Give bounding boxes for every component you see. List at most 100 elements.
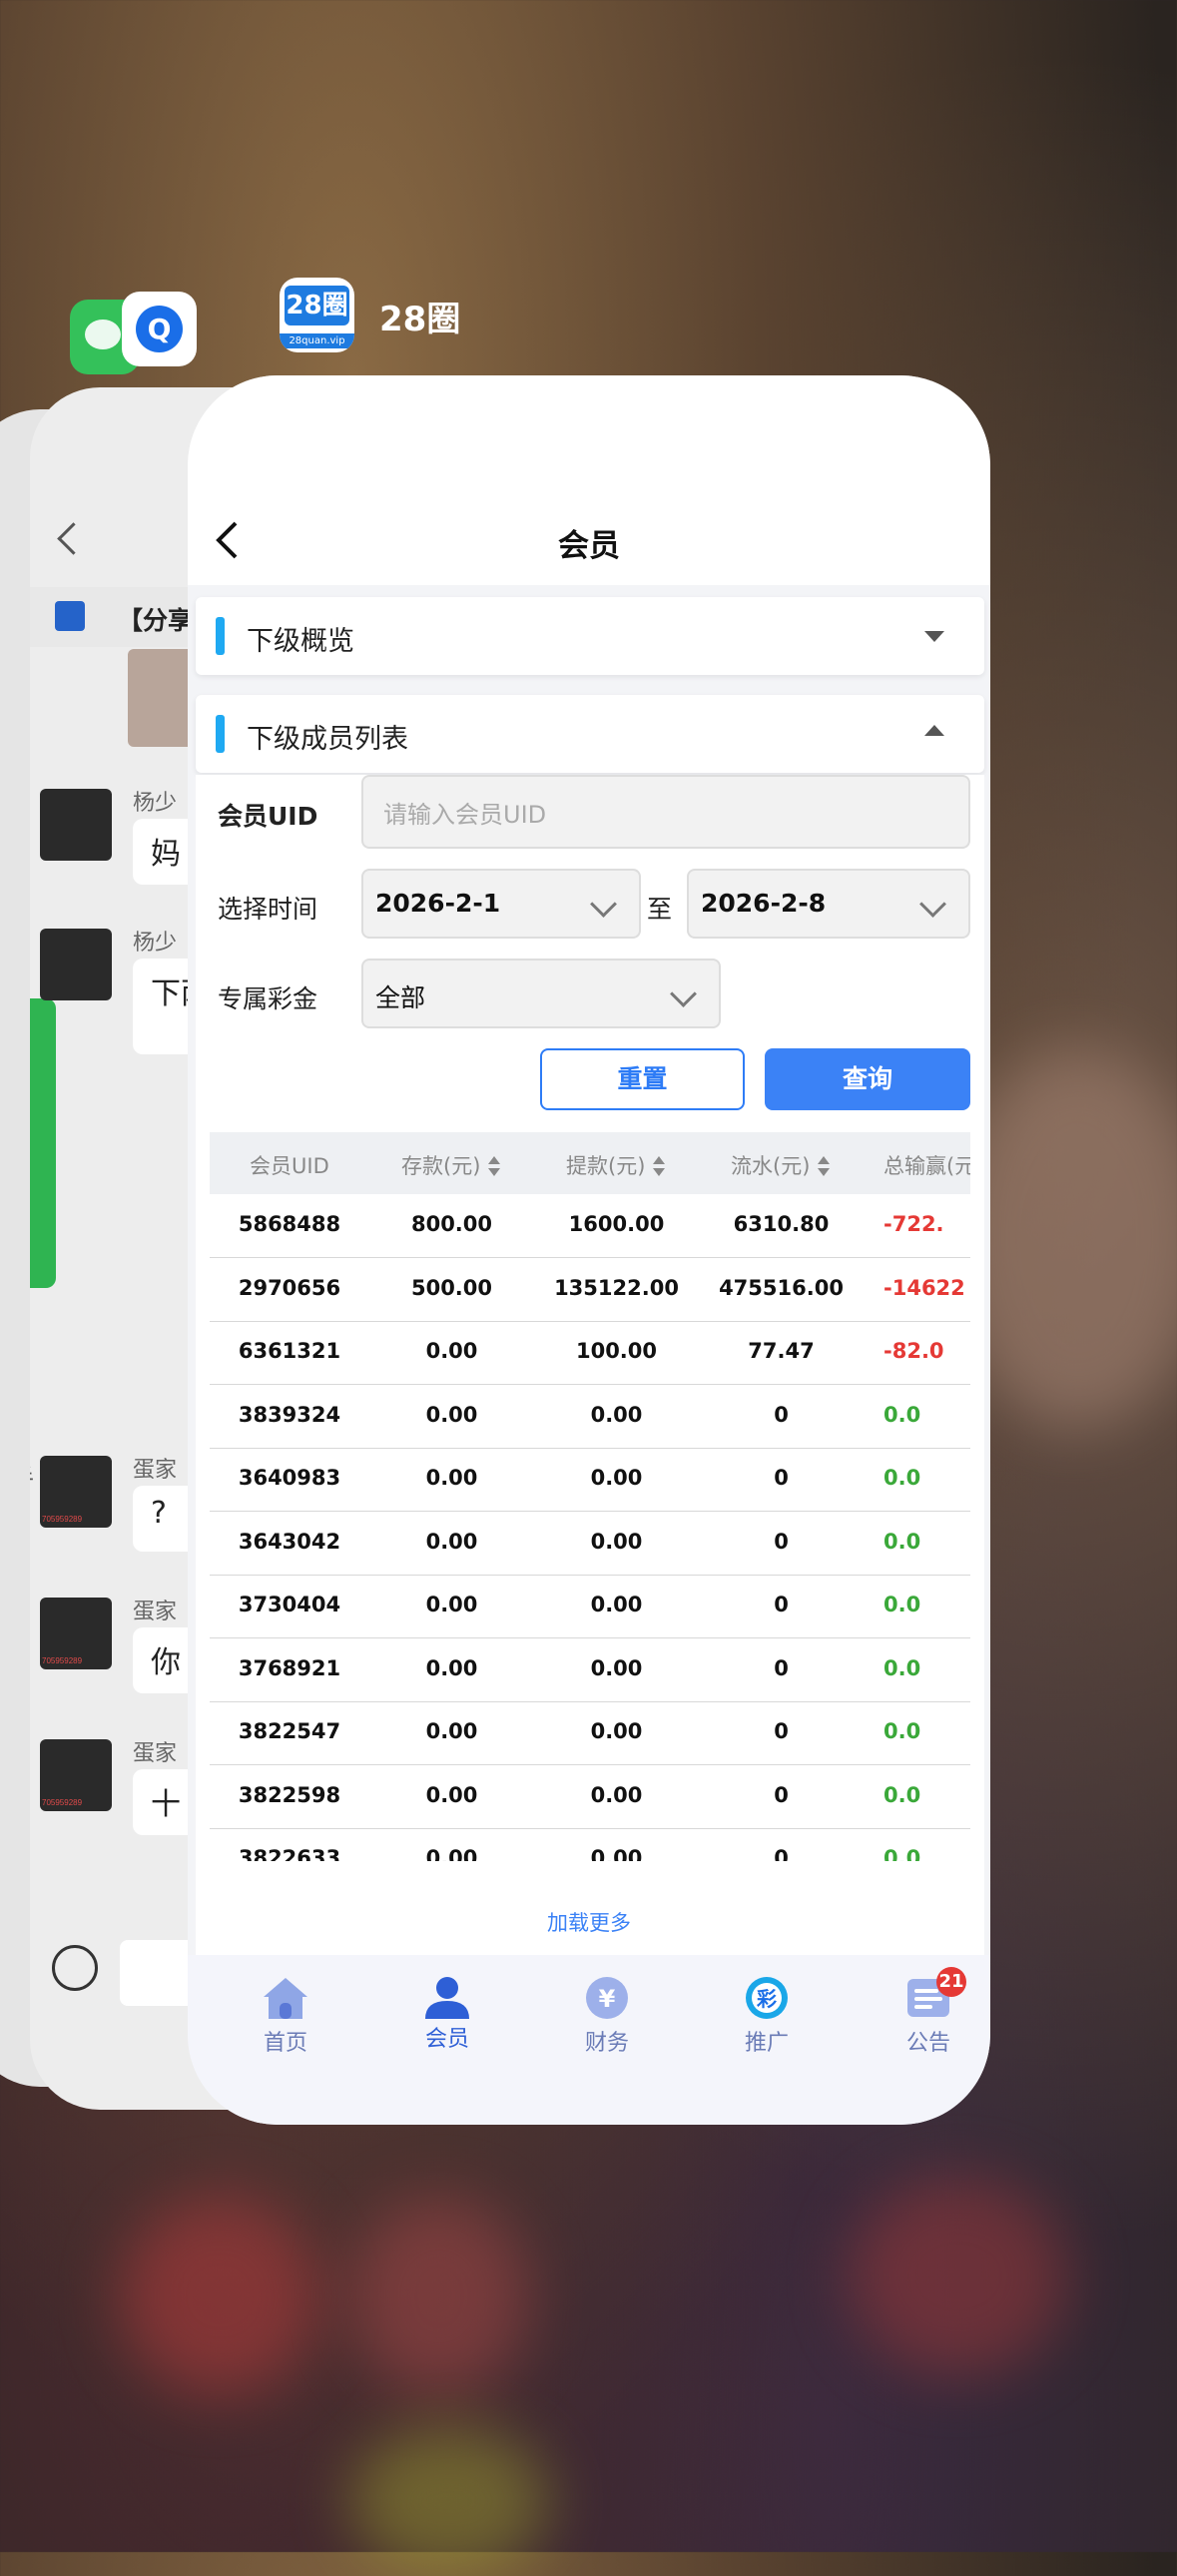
col-flow[interactable]: 流水(元) — [731, 1150, 831, 1180]
promote-icon: 彩 — [746, 1977, 788, 2019]
table-cell-withdraw: 135122.00 — [554, 1275, 679, 1300]
bottom-tab-bar: 首页 会员 ¥ 财务 彩 推广 21 公告 — [188, 1955, 990, 2125]
page-title: 会员 — [558, 528, 620, 564]
table-cell-uid: 3822598 — [238, 1782, 341, 1807]
navigation-bar: 会员 — [188, 375, 990, 585]
chat-side-strip — [30, 998, 56, 1288]
table-cell-win: 0.0 — [883, 1466, 921, 1490]
overview-section-header[interactable]: 下级概览 — [196, 597, 984, 675]
table-cell-uid: 3730404 — [238, 1593, 341, 1616]
table-row[interactable]: 5868488 800.00 1600.00 6310.80 -722. — [210, 1194, 970, 1258]
table-row[interactable]: 3640983 0.00 0.00 0 0.0 — [210, 1448, 970, 1512]
table-cell-win: -722. — [883, 1212, 944, 1236]
table-cell-win: 0.0 — [883, 1846, 921, 1861]
table-cell-withdraw: 100.00 — [575, 1339, 658, 1363]
start-date-select[interactable]: 2026-2-1 — [361, 869, 641, 939]
notice-text: 【分享 — [118, 606, 194, 635]
table-cell-win: 0.0 — [883, 1529, 921, 1554]
chat-sender: 蛋家 — [133, 1600, 178, 1624]
table-row[interactable]: 3822633 0.00 0.00 0 0.0 — [210, 1828, 970, 1861]
tab-label: 财务 — [584, 2031, 629, 2056]
table-cell-flow: 0 — [774, 1719, 789, 1743]
table-cell-uid: 3643042 — [238, 1529, 341, 1554]
table-cell-withdraw: 0.00 — [590, 1593, 643, 1616]
avatar: 705959289 — [40, 1598, 112, 1669]
table-row[interactable]: 3643042 0.00 0.00 0 0.0 — [210, 1512, 970, 1576]
bonus-label: 专属彩金 — [218, 984, 318, 1013]
uid-label: 会员UID — [218, 802, 318, 831]
home-icon — [264, 1978, 307, 2019]
member-app-card[interactable]: 会员 下级概览 下级成员列表 会员UID 请输入会员UID 选择时间 2026-… — [188, 375, 990, 2125]
qq-browser-app-icon[interactable]: Q — [122, 292, 197, 366]
table-header: 会员UID 存款(元) 提款(元) 流水(元) 总输赢(元) — [210, 1132, 970, 1194]
chat-sender: 蛋家 — [133, 1741, 178, 1766]
table-cell-flow: 0 — [774, 1655, 789, 1680]
table-cell-deposit: 500.00 — [410, 1275, 493, 1300]
table-row[interactable]: 3839324 0.00 0.00 0 0.0 — [210, 1385, 970, 1449]
chat-sender: 杨少 — [133, 791, 178, 816]
table-cell-flow: 0 — [774, 1529, 789, 1554]
avatar — [40, 929, 112, 1000]
member-list-section-header[interactable]: 下级成员列表 — [196, 695, 984, 773]
col-deposit[interactable]: 存款(元) — [401, 1150, 501, 1180]
sort-icon — [818, 1156, 831, 1178]
table-cell-flow: 6310.80 — [733, 1212, 830, 1236]
avatar: 705959289 — [40, 1456, 112, 1528]
table-cell-deposit: 800.00 — [410, 1212, 493, 1236]
chat-side-char: 手 — [30, 1458, 34, 1493]
collapse-caret-icon — [924, 725, 944, 736]
member-list-label: 下级成员列表 — [247, 724, 408, 755]
end-date-value: 2026-2-8 — [701, 889, 827, 918]
table-cell-uid: 5868488 — [238, 1212, 341, 1236]
query-button[interactable]: 查询 — [765, 1048, 970, 1110]
table-cell-deposit: 0.00 — [425, 1529, 478, 1554]
col-uid[interactable]: 会员UID — [250, 1150, 329, 1180]
reset-button[interactable]: 重置 — [540, 1048, 745, 1110]
end-date-select[interactable]: 2026-2-8 — [687, 869, 970, 939]
finance-icon: ¥ — [586, 1977, 628, 2019]
bonus-value: 全部 — [375, 983, 426, 1012]
table-cell-flow: 77.47 — [748, 1339, 815, 1363]
col-withdraw[interactable]: 提款(元) — [566, 1150, 666, 1180]
background-blur — [349, 2197, 529, 2396]
table-cell-withdraw: 0.00 — [590, 1782, 643, 1807]
table-row[interactable]: 6361321 0.00 100.00 77.47 -82.0 — [210, 1321, 970, 1385]
table-cell-deposit: 0.00 — [425, 1339, 478, 1363]
section-accent-bar — [216, 617, 225, 655]
section-accent-bar — [216, 715, 225, 753]
28quan-app-icon[interactable]: 28圈 28quan.vip — [280, 278, 354, 352]
table-cell-deposit: 0.00 — [425, 1719, 478, 1743]
table-cell-withdraw: 1600.00 — [568, 1212, 665, 1236]
table-row[interactable]: 2970656 500.00 135122.00 475516.00 -14622 — [210, 1258, 970, 1322]
bonus-select[interactable]: 全部 — [361, 959, 721, 1028]
uid-input[interactable]: 请输入会员UID — [361, 775, 970, 849]
table-cell-withdraw: 0.00 — [590, 1846, 643, 1861]
table-cell-uid: 6361321 — [238, 1339, 341, 1363]
table-cell-flow: 0 — [774, 1782, 789, 1807]
voice-input-icon[interactable] — [52, 1945, 98, 1991]
background-blur — [849, 2177, 1068, 2376]
table-cell-uid: 2970656 — [238, 1275, 341, 1300]
table-row[interactable]: 3768921 0.00 0.00 0 0.0 — [210, 1638, 970, 1702]
table-cell-withdraw: 0.00 — [590, 1719, 643, 1743]
table-cell-win: 0.0 — [883, 1593, 921, 1616]
chat-sender: 蛋家 — [133, 1458, 178, 1483]
tab-label: 首页 — [263, 2031, 307, 2056]
table-cell-win: 0.0 — [883, 1655, 921, 1680]
table-row[interactable]: 3822547 0.00 0.00 0 0.0 — [210, 1701, 970, 1765]
load-more-link[interactable]: 加载更多 — [188, 1907, 990, 1937]
to-label: 至 — [647, 895, 673, 924]
back-chevron-icon — [57, 522, 90, 555]
table-cell-uid: 3822633 — [238, 1846, 341, 1861]
table-row[interactable]: 3730404 0.00 0.00 0 0.0 — [210, 1575, 970, 1638]
tab-label: 推广 — [744, 2031, 789, 2056]
table-cell-win: -14622 — [883, 1275, 965, 1300]
table-cell-uid: 3640983 — [238, 1466, 341, 1490]
table-cell-flow: 0 — [774, 1402, 789, 1427]
app-logo-domain: 28quan.vip — [280, 333, 354, 348]
col-win[interactable]: 总输赢(元) — [883, 1150, 970, 1180]
overview-label: 下级概览 — [247, 626, 354, 657]
table-cell-flow: 0 — [774, 1466, 789, 1490]
table-cell-win: 0.0 — [883, 1719, 921, 1743]
table-row[interactable]: 3822598 0.00 0.00 0 0.0 — [210, 1765, 970, 1829]
